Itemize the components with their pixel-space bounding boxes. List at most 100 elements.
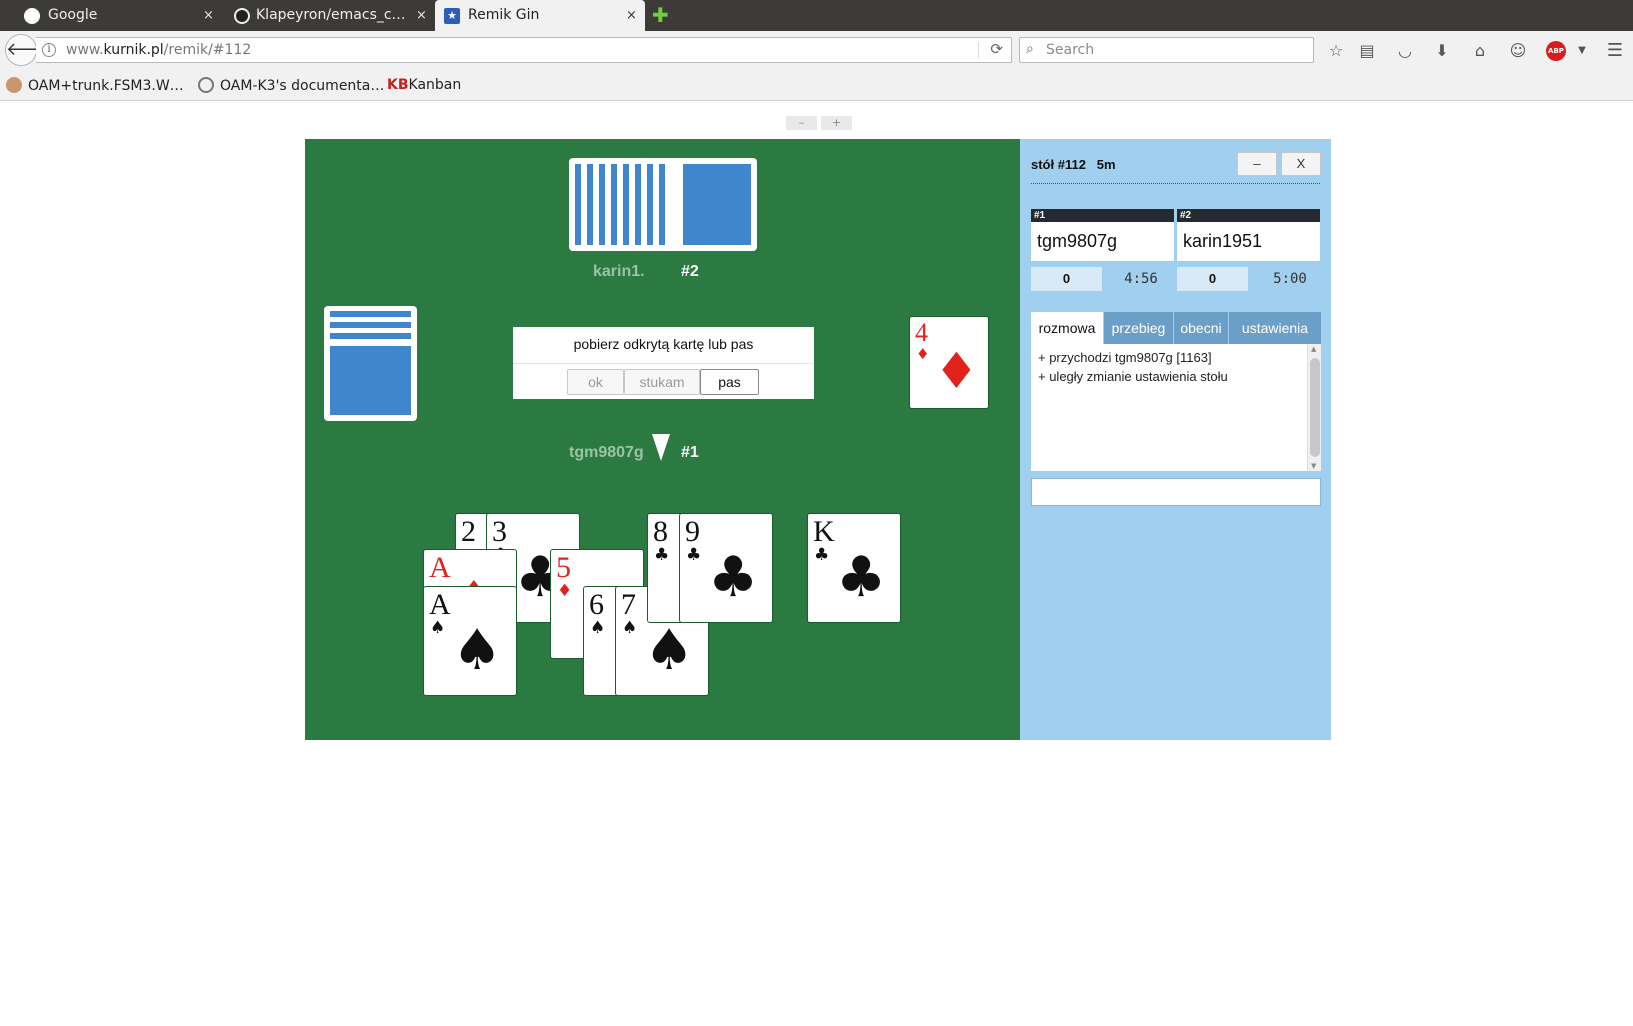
diamond-icon: ♦ bbox=[557, 581, 573, 601]
new-tab-button[interactable]: ✚ bbox=[652, 5, 670, 25]
tab-label: Remik Gin bbox=[468, 7, 540, 23]
diamond-icon: ♦ bbox=[916, 345, 930, 363]
opponent-hand bbox=[569, 158, 757, 251]
player-box-2: #2 karin1951 bbox=[1177, 209, 1320, 261]
table-title: stół #112 5m bbox=[1031, 157, 1116, 172]
hand-card[interactable]: 9 ♣ ♣ bbox=[679, 513, 773, 623]
card-rank: 2 bbox=[461, 515, 476, 548]
my-seat-number: #1 bbox=[681, 444, 699, 461]
kanban-icon: KB bbox=[387, 77, 409, 93]
spade-icon: ♠ bbox=[590, 618, 606, 638]
hand-card[interactable]: A ♠ ♠ bbox=[423, 586, 517, 696]
club-icon: ♣ bbox=[708, 545, 759, 610]
opponent-seat-number: #2 bbox=[681, 263, 699, 280]
chat-message: + przychodzi tgm9807g [1163] bbox=[1038, 350, 1212, 365]
tab-github[interactable]: Klapeyron/emacs_c… × bbox=[228, 0, 434, 31]
bookmark-oam-k3[interactable]: OAM-K3's documenta… bbox=[198, 77, 384, 95]
bookmark-label: OAM-K3's documenta… bbox=[220, 78, 385, 94]
discard-pile-card[interactable]: 4 ♦ ♦ bbox=[909, 316, 989, 409]
zoom-controls: – + bbox=[786, 116, 852, 130]
player-clock: 4:56 bbox=[1124, 271, 1158, 287]
url-bar[interactable]: i www.kurnik.pl/remik/#112 ⟳ bbox=[36, 37, 1012, 63]
draw-pile[interactable] bbox=[324, 306, 417, 421]
player-clock: 5:00 bbox=[1273, 271, 1307, 287]
tab-present[interactable]: obecni bbox=[1174, 312, 1228, 344]
bookmark-oam-trunk[interactable]: OAM+trunk.FSM3.W… bbox=[6, 77, 184, 95]
player-score: 0 bbox=[1031, 267, 1102, 291]
home-icon[interactable]: ⌂ bbox=[1469, 40, 1491, 62]
spade-icon: ♠ bbox=[644, 618, 695, 683]
diamond-icon: ♦ bbox=[934, 342, 979, 400]
close-icon[interactable]: × bbox=[203, 0, 214, 31]
seat-label: #1 bbox=[1031, 209, 1174, 222]
zoom-in-button[interactable]: + bbox=[821, 116, 852, 130]
card-rank: A bbox=[429, 551, 451, 584]
card-rank: 7 bbox=[621, 588, 636, 621]
star-icon[interactable]: ☆ bbox=[1325, 40, 1347, 62]
reading-list-icon[interactable]: ▤ bbox=[1356, 40, 1378, 62]
close-icon[interactable]: × bbox=[626, 0, 637, 31]
spade-icon: ♠ bbox=[430, 618, 446, 638]
knock-button[interactable]: stukam bbox=[624, 369, 700, 395]
menu-icon[interactable]: ☰ bbox=[1604, 40, 1626, 62]
card-rank: 6 bbox=[589, 588, 604, 621]
download-icon[interactable]: ⬇ bbox=[1431, 40, 1453, 62]
tab-label: Google bbox=[48, 7, 98, 23]
player-name: karin1951 bbox=[1183, 231, 1263, 251]
search-icon: ⌕ bbox=[1026, 41, 1034, 57]
browser-tab-bar: Google × Klapeyron/emacs_c… × ★ Remik Gi… bbox=[0, 0, 1633, 31]
club-icon: ♣ bbox=[836, 545, 887, 610]
scroll-down-icon[interactable]: ▼ bbox=[1311, 462, 1316, 470]
chat-icon[interactable]: ☺ bbox=[1507, 40, 1529, 62]
search-bar[interactable]: ⌕ Search bbox=[1019, 37, 1314, 63]
bookmarks-bar: OAM+trunk.FSM3.W… OAM-K3's documenta… KB… bbox=[0, 70, 1633, 101]
close-icon[interactable]: × bbox=[416, 0, 427, 31]
tab-chat[interactable]: rozmowa bbox=[1031, 312, 1103, 344]
chat-message: + uległy zmianie ustawienia stołu bbox=[1038, 369, 1228, 384]
navigation-bar: 🡐 i www.kurnik.pl/remik/#112 ⟳ ⌕ Search … bbox=[0, 31, 1633, 70]
tab-settings[interactable]: ustawienia bbox=[1229, 312, 1321, 344]
card-rank: 9 bbox=[685, 515, 700, 548]
card-rank: 8 bbox=[653, 515, 668, 548]
bookmark-label: OAM+trunk.FSM3.W… bbox=[28, 78, 184, 94]
player-name: tgm9807g bbox=[1037, 231, 1118, 251]
google-icon bbox=[24, 8, 40, 24]
tab-history[interactable]: przebieg bbox=[1104, 312, 1173, 344]
chat-input[interactable] bbox=[1031, 478, 1321, 506]
card-rank: 3 bbox=[492, 515, 507, 548]
card-rank: K bbox=[813, 515, 835, 548]
player-score: 0 bbox=[1177, 267, 1248, 291]
site-info-icon[interactable]: i bbox=[42, 43, 56, 57]
tab-label: Klapeyron/emacs_c… bbox=[256, 7, 406, 23]
card-rank: 5 bbox=[556, 551, 571, 584]
close-button[interactable]: X bbox=[1281, 152, 1321, 176]
game-table: karin1. #2 pobierz odkrytą kartę lub pas… bbox=[305, 139, 1020, 740]
search-placeholder: Search bbox=[1046, 42, 1095, 58]
spade-icon: ♠ bbox=[622, 618, 638, 638]
chat-scrollbar[interactable]: ▲ ▼ bbox=[1307, 344, 1321, 471]
club-icon: ♣ bbox=[654, 545, 670, 565]
hand-card[interactable]: K ♣ ♣ bbox=[807, 513, 901, 623]
url-text: www.kurnik.pl/remik/#112 bbox=[66, 42, 252, 58]
player-box-1: #1 tgm9807g bbox=[1031, 209, 1174, 261]
pocket-icon[interactable]: ◡ bbox=[1394, 40, 1416, 62]
side-panel: stół #112 5m – X #1 tgm9807g #2 karin195… bbox=[1020, 139, 1331, 740]
tab-remik-gin[interactable]: ★ Remik Gin × bbox=[435, 0, 645, 31]
ok-button[interactable]: ok bbox=[567, 369, 624, 395]
bookmark-kanban[interactable]: KBKanban bbox=[387, 77, 461, 95]
minimize-button[interactable]: – bbox=[1237, 152, 1277, 176]
scroll-up-icon[interactable]: ▲ bbox=[1311, 345, 1316, 353]
reload-icon[interactable]: ⟳ bbox=[990, 40, 1003, 58]
club-icon: ♣ bbox=[814, 545, 830, 565]
url-separator bbox=[978, 42, 979, 58]
turn-indicator-icon bbox=[652, 434, 670, 461]
seat-label: #2 bbox=[1177, 209, 1320, 222]
github-icon bbox=[234, 8, 250, 24]
adblock-icon[interactable]: ABP bbox=[1546, 41, 1566, 61]
back-button[interactable]: 🡐 bbox=[5, 34, 54, 66]
kurnik-star-icon: ★ bbox=[444, 8, 460, 24]
zoom-out-button[interactable]: – bbox=[786, 116, 817, 130]
chevron-down-icon[interactable]: ▼ bbox=[1571, 40, 1593, 62]
tab-google[interactable]: Google × bbox=[10, 0, 216, 31]
pass-button[interactable]: pas bbox=[700, 369, 759, 395]
